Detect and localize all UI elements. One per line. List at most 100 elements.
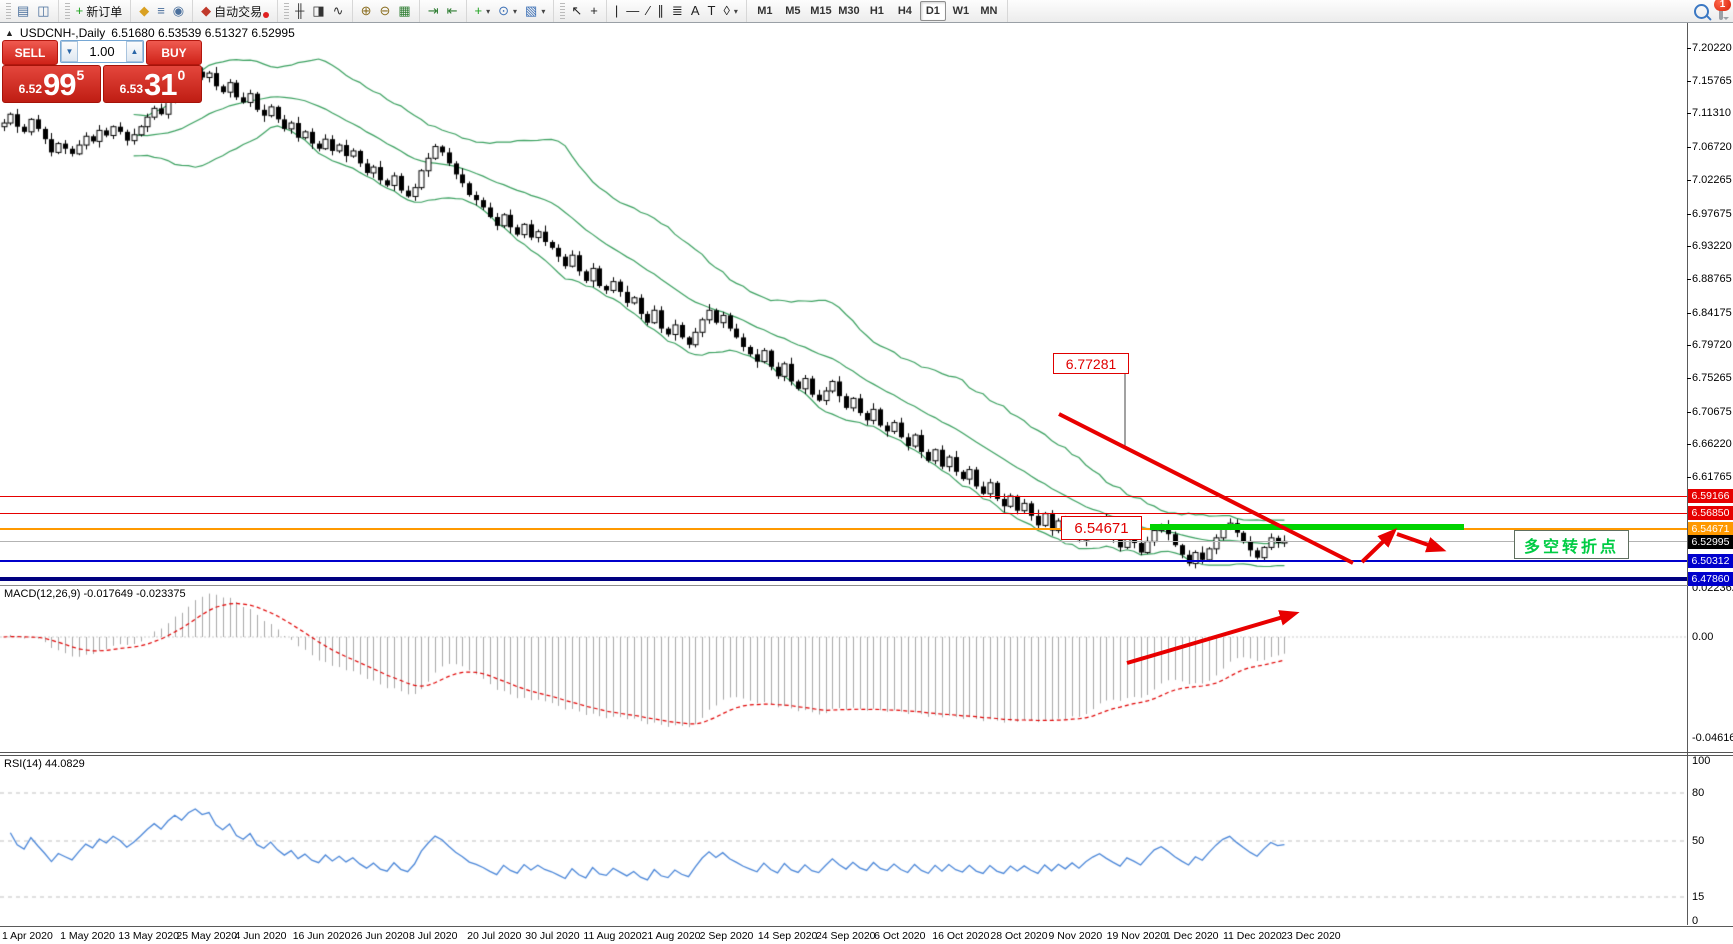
text-icon[interactable]: A <box>687 2 704 20</box>
hline-6.50312[interactable] <box>0 560 1687 562</box>
templates-icon: ▧ <box>525 3 537 19</box>
timeframe-w1[interactable]: W1 <box>948 1 974 21</box>
date-label: 13 May 2020 <box>118 930 179 942</box>
cursor-icon: ↖ <box>571 3 582 19</box>
indicators-icon: + <box>475 3 483 19</box>
toolbar-group-7: +▾⊙▾▧▾ <box>467 0 555 22</box>
new-chart-icon[interactable]: ▤ <box>13 2 33 20</box>
timeframe-m30[interactable]: M30 <box>836 1 862 21</box>
chart-shift-icon[interactable]: ⇤ <box>443 2 462 20</box>
macd-axis-label: 0.00 <box>1692 631 1713 643</box>
hline-6.5685[interactable] <box>0 513 1687 514</box>
price-axis-label: 6.79720 <box>1692 339 1732 351</box>
zoom-out-icon[interactable]: ⊖ <box>375 2 394 20</box>
timeframe-h1[interactable]: H1 <box>864 1 890 21</box>
price-axis-label: 6.61765 <box>1692 471 1732 483</box>
hline-6.4786[interactable] <box>0 577 1687 581</box>
buy-price-display[interactable]: 6.53 31 0 <box>103 65 202 103</box>
timeframe-m1[interactable]: M1 <box>752 1 778 21</box>
crosshair-icon[interactable]: + <box>586 2 602 20</box>
rsi-axis-label: 15 <box>1692 891 1704 903</box>
toolbar-grip[interactable] <box>560 3 565 19</box>
price-axis-label: 6.97675 <box>1692 208 1732 220</box>
horizontal-line-icon[interactable]: — <box>622 2 643 20</box>
price-label-654671[interactable]: 6.54671 <box>1061 516 1142 540</box>
main-macd-separator[interactable] <box>0 585 1733 586</box>
toolbar-group-0: ▤◫ <box>0 0 59 22</box>
timeframe-m15[interactable]: M15 <box>808 1 834 21</box>
search-icon[interactable] <box>1694 4 1709 19</box>
date-label: 24 Sep 2020 <box>816 930 876 942</box>
toolbar-grip[interactable] <box>65 3 70 19</box>
date-label: 23 Dec 2020 <box>1281 930 1341 942</box>
chart-title-bar: ▲ USDCNH-,Daily 6.51680 6.53539 6.51327 … <box>5 26 295 40</box>
price-axis-tickmark <box>1687 180 1691 181</box>
price-axis-label: 7.15765 <box>1692 75 1732 87</box>
date-label: 30 Jul 2020 <box>525 930 579 942</box>
horizontal-line-icon: — <box>626 3 639 19</box>
price-badge-6.47860: 6.47860 <box>1688 572 1733 586</box>
autotrade-button[interactable]: ◆自动交易 <box>197 2 273 21</box>
toolbar-grip[interactable] <box>6 3 11 19</box>
sell-price-sup: 5 <box>77 67 85 83</box>
toolbar-group-3: ◆自动交易 <box>193 0 278 22</box>
sell-price-display[interactable]: 6.52 99 5 <box>2 65 101 103</box>
shapes-icon-dropdown[interactable]: ▾ <box>734 7 738 16</box>
line-chart-icon[interactable]: ∿ <box>329 2 348 20</box>
time-axis[interactable]: 1 Apr 20201 May 202013 May 202025 May 20… <box>0 926 1733 944</box>
indicators-icon[interactable]: +▾ <box>471 2 495 20</box>
price-axis-line <box>1687 22 1688 925</box>
timeframe-mn[interactable]: MN <box>976 1 1002 21</box>
toolbar-grip[interactable] <box>284 3 289 19</box>
candlestick-chart-icon[interactable]: ◨ <box>308 2 328 20</box>
auto-scroll-icon[interactable]: ⇥ <box>424 2 443 20</box>
price-badge-6.52995: 6.52995 <box>1688 535 1733 549</box>
sell-button[interactable]: SELL <box>2 40 58 65</box>
cursor-icon[interactable]: ↖ <box>567 2 586 20</box>
macd-rsi-separator-top[interactable] <box>0 752 1733 753</box>
chart-profiles-icon[interactable]: ◫ <box>33 2 53 20</box>
green-support-zone-line[interactable] <box>1150 524 1464 530</box>
macd-rsi-separator-bottom[interactable] <box>0 755 1733 756</box>
shapes-icon[interactable]: ◊▾ <box>719 2 741 20</box>
periods-icon-dropdown[interactable]: ▾ <box>513 7 517 16</box>
date-label: 1 Apr 2020 <box>2 930 53 942</box>
templates-icon-dropdown[interactable]: ▾ <box>541 7 545 16</box>
bar-chart-icon[interactable]: ╫ <box>291 2 308 20</box>
timeframe-h4[interactable]: H4 <box>892 1 918 21</box>
volume-increase-button[interactable]: ▲ <box>126 41 143 62</box>
price-axis-label: 7.20220 <box>1692 42 1732 54</box>
indicators-icon-dropdown[interactable]: ▾ <box>486 7 490 16</box>
terminal-icon[interactable]: ◉ <box>169 2 188 20</box>
new-order-button[interactable]: +新订单 <box>72 2 127 21</box>
volume-decrease-button[interactable]: ▼ <box>61 41 78 62</box>
zoom-in-icon[interactable]: ⊕ <box>357 2 376 20</box>
templates-icon[interactable]: ▧▾ <box>521 2 549 20</box>
timeframe-m5[interactable]: M5 <box>780 1 806 21</box>
shapes-icon: ◊ <box>723 3 729 19</box>
hline-6.59166[interactable] <box>0 496 1687 497</box>
buy-button[interactable]: BUY <box>146 40 202 65</box>
equidistant-channel-icon[interactable]: ∥ <box>653 2 668 20</box>
periods-icon[interactable]: ⊙▾ <box>494 2 521 20</box>
volume-spinner[interactable]: ▼ 1.00 ▲ <box>60 40 144 63</box>
tile-windows-icon[interactable]: ▦ <box>394 2 414 20</box>
market-watch-icon[interactable]: ◆ <box>135 2 153 20</box>
toolbar-group-2: ◆≡◉ <box>131 0 193 22</box>
toolbar-group-9: |—∕∥≣AT◊▾ <box>607 0 747 22</box>
hline-6.52995[interactable] <box>0 541 1687 542</box>
notifications-icon[interactable]: 1 <box>1719 4 1723 18</box>
fibonacci-icon[interactable]: ≣ <box>668 2 687 20</box>
trendline-icon[interactable]: ∕ <box>643 2 653 20</box>
price-label-677281[interactable]: 6.77281 <box>1053 353 1129 374</box>
navigator-icon[interactable]: ≡ <box>153 2 169 20</box>
sell-price-small: 6.52 <box>19 82 42 96</box>
volume-input[interactable]: 1.00 <box>78 44 126 59</box>
timeframe-d1[interactable]: D1 <box>920 1 946 21</box>
vertical-line-icon[interactable]: | <box>611 2 622 20</box>
chart-canvas[interactable] <box>0 0 1733 943</box>
turning-point-text-box[interactable]: 多空转折点 <box>1514 530 1629 559</box>
price-axis-tickmark <box>1687 246 1691 247</box>
label-icon[interactable]: T <box>703 2 719 20</box>
collapse-chart-icon[interactable]: ▲ <box>5 28 14 38</box>
